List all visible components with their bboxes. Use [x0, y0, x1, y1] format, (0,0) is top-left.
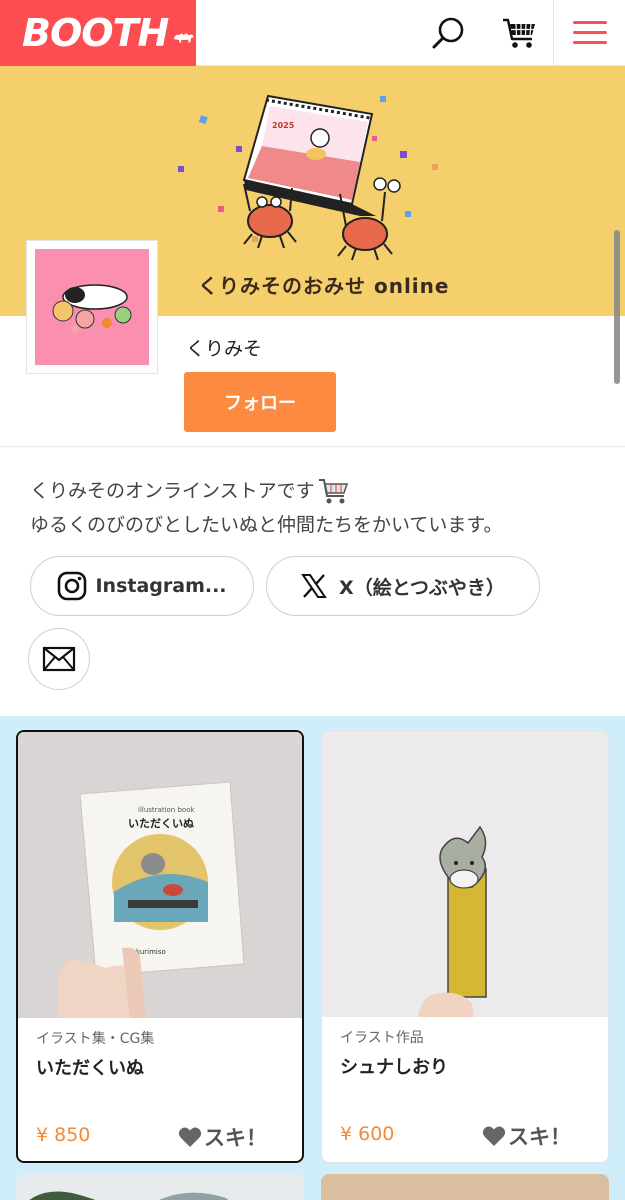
- book-author: kurimiso: [136, 948, 166, 956]
- top-header: BOOTH: [0, 0, 625, 66]
- product-card-partial[interactable]: [16, 1174, 304, 1200]
- scrollbar[interactable]: [614, 230, 620, 384]
- mail-icon: [42, 646, 76, 672]
- x-link-label: X（絵とつぶやき）: [339, 576, 505, 599]
- heart-icon: [482, 1126, 506, 1146]
- product-image: [322, 731, 608, 1017]
- search-icon: [432, 17, 464, 49]
- instagram-link-label: Instagram...: [95, 575, 227, 597]
- mail-button[interactable]: [28, 628, 90, 690]
- x-link-button[interactable]: X（絵とつぶやき）: [266, 556, 540, 616]
- product-card-partial[interactable]: [321, 1174, 609, 1200]
- product-category: イラスト作品: [340, 1030, 424, 1046]
- product-category: イラスト集・CG集: [36, 1031, 155, 1047]
- instagram-link-button[interactable]: Instagram...: [30, 556, 254, 616]
- product-card[interactable]: イラスト作品 シュナしおり ¥ 600 スキ！: [321, 730, 609, 1163]
- follow-button[interactable]: フォロー: [184, 372, 336, 432]
- divider: [0, 446, 625, 447]
- avatar-image: [35, 249, 149, 365]
- logo-text: BOOTH: [22, 11, 169, 55]
- x-logo-icon: [301, 574, 327, 598]
- banner-title: くりみそのおみせ online: [198, 274, 450, 298]
- shop-name: くりみそ: [186, 338, 263, 360]
- product-title[interactable]: シュナしおり: [340, 1053, 448, 1079]
- shop-avatar[interactable]: [26, 240, 158, 374]
- search-button[interactable]: [420, 0, 478, 66]
- cart-emoji-icon: [318, 479, 348, 504]
- cart-button[interactable]: [490, 0, 548, 66]
- product-price: ¥ 600: [340, 1123, 395, 1145]
- hamburger-menu-icon: [572, 21, 607, 44]
- book-subtitle: illustration book: [138, 806, 195, 814]
- menu-button[interactable]: [553, 0, 625, 66]
- shop-description: くりみそのオンラインストアです ゆるくのびのびとしたいぬと仲間たちをかいています…: [30, 474, 503, 542]
- book-title: いただくいぬ: [128, 817, 194, 830]
- heart-icon: [178, 1127, 202, 1147]
- description-line-2: ゆるくのびのびとしたいぬと仲間たちをかいています。: [30, 514, 503, 536]
- product-image: illustration book いただくいぬ kurimiso: [18, 732, 302, 1018]
- like-button[interactable]: スキ！: [482, 1121, 571, 1151]
- product-card[interactable]: illustration book いただくいぬ kurimiso イラスト集・…: [16, 730, 304, 1163]
- camel-icon: [174, 33, 195, 43]
- booth-logo[interactable]: BOOTH: [0, 0, 196, 66]
- description-line-1: くりみそのオンラインストアです: [30, 480, 315, 502]
- product-price: ¥ 850: [36, 1124, 91, 1146]
- instagram-icon: [58, 571, 87, 601]
- cart-icon: [503, 18, 535, 48]
- calendar-year: 2025: [272, 121, 295, 130]
- like-label: スキ！: [204, 1126, 267, 1150]
- product-title[interactable]: いただくいぬ: [36, 1054, 144, 1080]
- like-button[interactable]: スキ！: [178, 1122, 267, 1152]
- product-grid: illustration book いただくいぬ kurimiso イラスト集・…: [0, 716, 625, 1200]
- like-label: スキ！: [508, 1125, 571, 1149]
